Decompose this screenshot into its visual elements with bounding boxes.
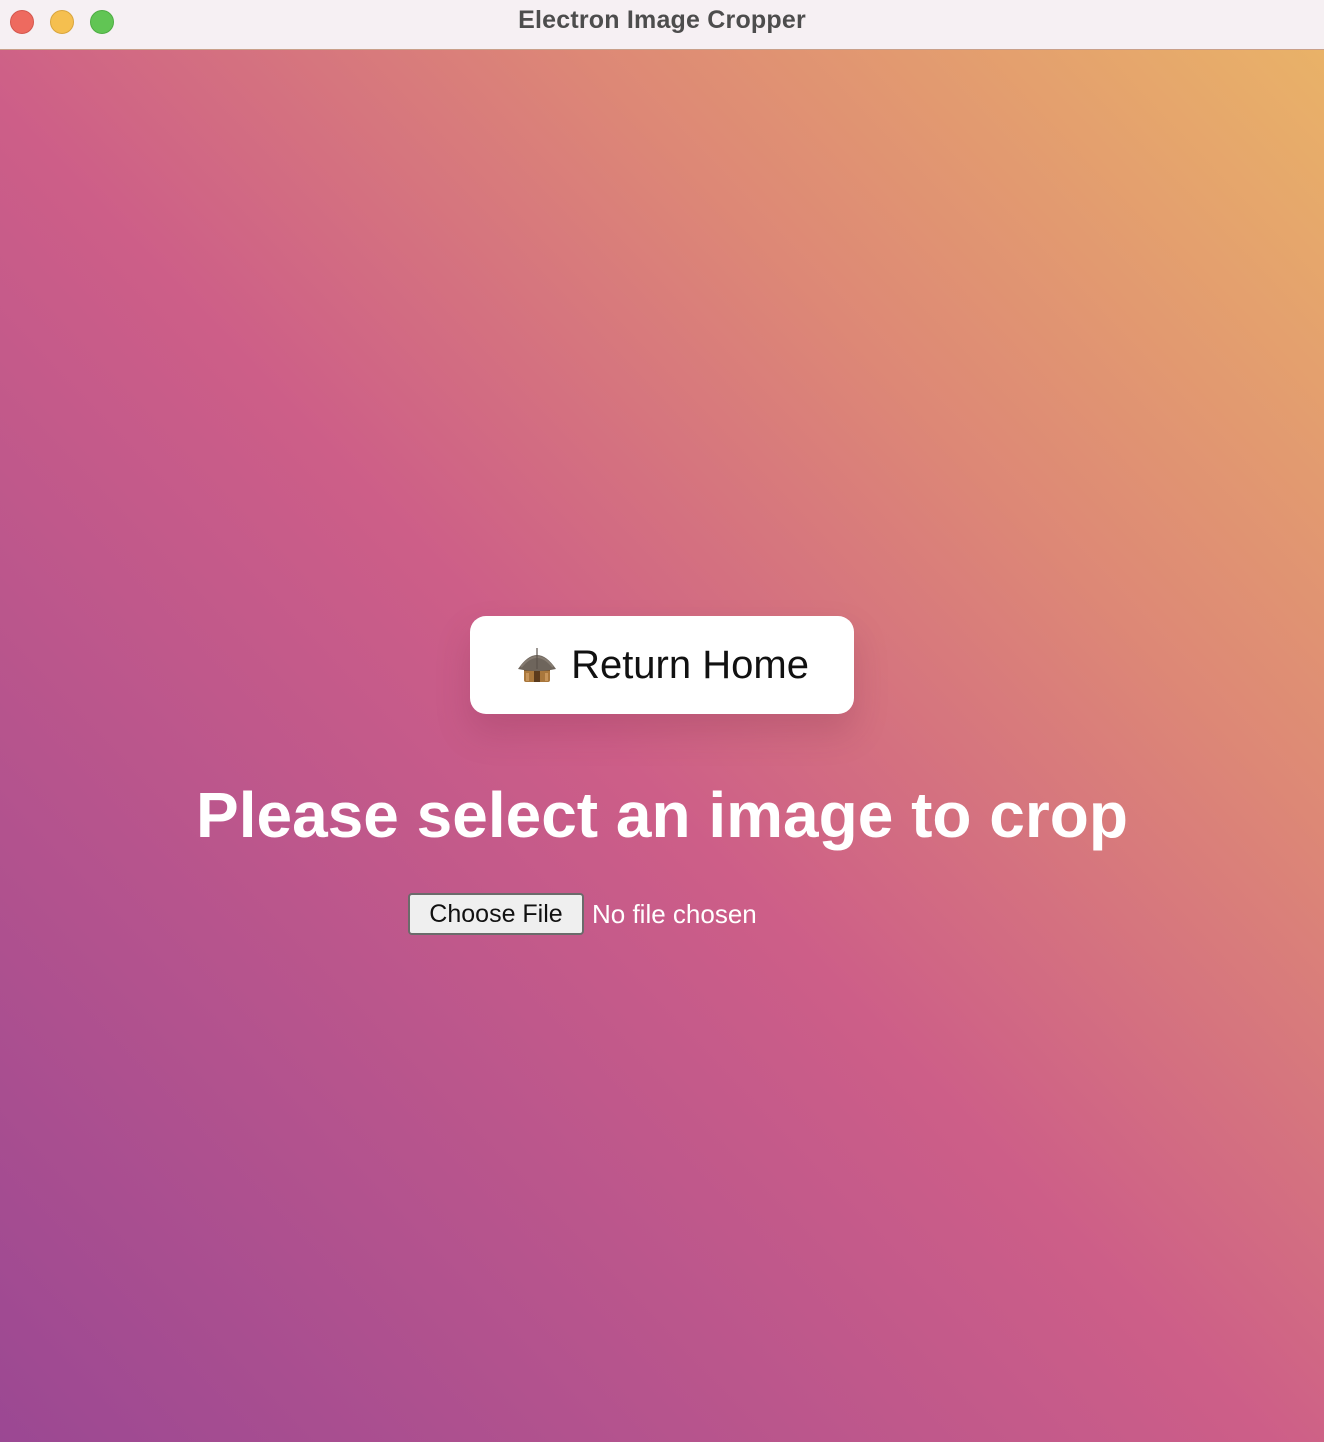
- return-home-button[interactable]: Return Home: [470, 616, 854, 714]
- title-bar[interactable]: Electron Image Cropper: [0, 0, 1324, 50]
- app-window: Electron Image Cropper Return Home Pleas…: [0, 0, 1324, 1442]
- return-home-label: Return Home: [571, 642, 809, 687]
- file-input: Choose File No file chosen: [408, 893, 757, 935]
- file-status-text: No file chosen: [592, 898, 757, 929]
- main-content: Return Home Please select an image to cr…: [0, 50, 1324, 1442]
- hut-icon: [518, 648, 557, 682]
- choose-file-button[interactable]: Choose File: [408, 893, 584, 935]
- page-heading: Please select an image to crop: [196, 779, 1128, 851]
- window-title: Electron Image Cropper: [518, 6, 806, 34]
